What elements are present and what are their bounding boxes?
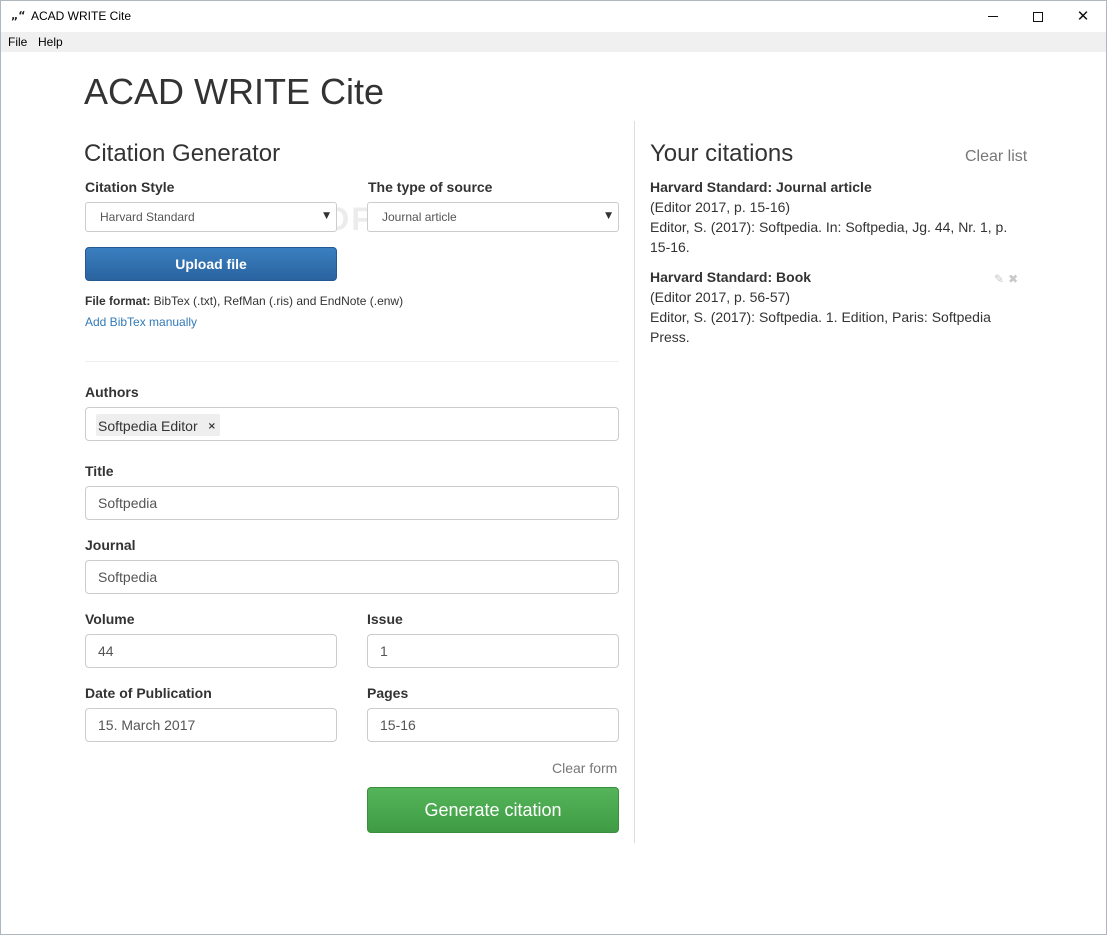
title-label: Title bbox=[85, 463, 114, 479]
file-format-label: File format: bbox=[85, 294, 151, 308]
app-window: „“ ACAD WRITE Cite ✕ File Help ACAD WRIT… bbox=[0, 0, 1107, 935]
chevron-down-icon: ▼ bbox=[323, 211, 330, 221]
author-tag: Softpedia Editor × bbox=[96, 414, 221, 436]
clear-list-link[interactable]: Clear list bbox=[965, 148, 1027, 166]
app-heading: ACAD WRITE Cite bbox=[84, 71, 385, 112]
volume-input[interactable]: 44 bbox=[85, 634, 337, 668]
add-bibtex-link[interactable]: Add BibTex manually bbox=[85, 315, 197, 329]
citation-reference: Editor, S. (2017): Softpedia. 1. Edition… bbox=[650, 309, 991, 345]
minimize-button[interactable] bbox=[970, 1, 1016, 32]
minimize-icon bbox=[988, 16, 998, 17]
journal-label: Journal bbox=[85, 537, 136, 553]
remove-author-icon[interactable]: × bbox=[208, 421, 216, 432]
issue-label: Issue bbox=[367, 611, 403, 627]
window-title: ACAD WRITE Cite bbox=[31, 9, 132, 23]
citation-heading: Harvard Standard: Book bbox=[650, 269, 812, 285]
close-button[interactable]: ✕ bbox=[1060, 1, 1106, 32]
authors-label: Authors bbox=[85, 384, 139, 400]
authors-input[interactable]: Softpedia Editor × bbox=[85, 407, 619, 441]
divider bbox=[85, 361, 619, 362]
source-type-select[interactable]: Journal article ▼ bbox=[367, 202, 619, 232]
chevron-down-icon: ▼ bbox=[605, 211, 612, 221]
title-bar: „“ ACAD WRITE Cite ✕ bbox=[1, 1, 1106, 32]
date-input[interactable]: 15. March 2017 bbox=[85, 708, 337, 742]
source-type-label: The type of source bbox=[368, 179, 493, 195]
author-tag-label: Softpedia Editor bbox=[98, 418, 198, 434]
issue-input[interactable]: 1 bbox=[367, 634, 619, 668]
maximize-icon bbox=[1033, 11, 1043, 22]
column-divider bbox=[634, 121, 635, 843]
citation-style-select[interactable]: Harvard Standard ▼ bbox=[85, 202, 337, 232]
menu-file[interactable]: File bbox=[8, 35, 27, 49]
delete-icon[interactable]: ✖ bbox=[1008, 272, 1018, 286]
citation-style-label: Citation Style bbox=[85, 179, 175, 195]
title-input[interactable]: Softpedia bbox=[85, 486, 619, 520]
generate-citation-button[interactable]: Generate citation bbox=[367, 787, 619, 833]
citations-title: Your citations bbox=[650, 140, 794, 167]
citation-heading: Harvard Standard: Journal article bbox=[650, 179, 872, 195]
file-format-text: BibTex (.txt), RefMan (.ris) and EndNote… bbox=[150, 294, 404, 308]
file-format-note: File format: BibTex (.txt), RefMan (.ris… bbox=[85, 294, 403, 308]
app-icon: „“ bbox=[11, 9, 26, 22]
close-icon: ✕ bbox=[1076, 7, 1090, 25]
pages-label: Pages bbox=[367, 685, 409, 701]
date-label: Date of Publication bbox=[85, 685, 212, 701]
maximize-button[interactable] bbox=[1015, 1, 1061, 32]
menu-help[interactable]: Help bbox=[38, 35, 63, 49]
citation-reference: Editor, S. (2017): Softpedia. In: Softpe… bbox=[650, 219, 1008, 255]
citation-style-value: Harvard Standard bbox=[100, 210, 195, 224]
volume-label: Volume bbox=[85, 611, 135, 627]
source-type-value: Journal article bbox=[382, 210, 457, 224]
menu-bar: File Help bbox=[1, 32, 1106, 52]
generator-title: Citation Generator bbox=[84, 140, 281, 167]
upload-file-button[interactable]: Upload file bbox=[85, 247, 337, 281]
citation-actions: ✎ ✖ bbox=[994, 272, 1018, 286]
citation-intext: (Editor 2017, p. 56-57) bbox=[650, 289, 791, 305]
clear-form-link[interactable]: Clear form bbox=[552, 760, 617, 776]
citation-intext: (Editor 2017, p. 15-16) bbox=[650, 199, 791, 215]
edit-icon[interactable]: ✎ bbox=[994, 272, 1004, 286]
pages-input[interactable]: 15-16 bbox=[367, 708, 619, 742]
journal-input[interactable]: Softpedia bbox=[85, 560, 619, 594]
